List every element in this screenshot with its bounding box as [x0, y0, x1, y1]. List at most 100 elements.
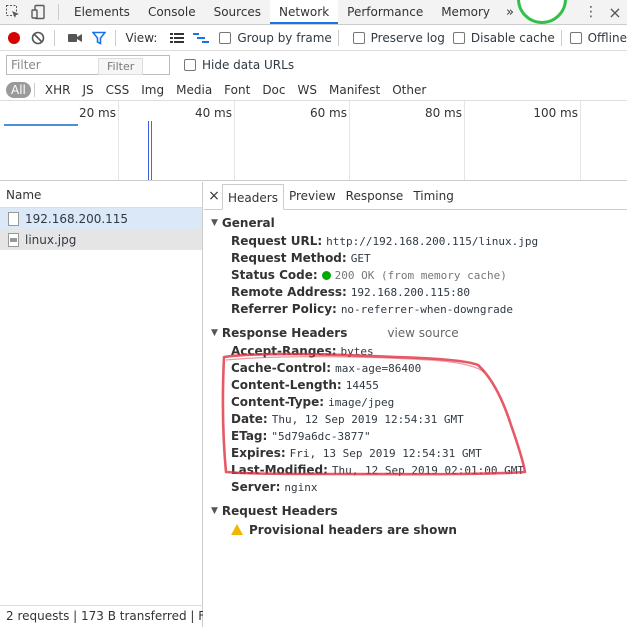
- tab-memory[interactable]: Memory: [432, 0, 499, 24]
- load-event-marker: [151, 121, 152, 180]
- tab-performance[interactable]: Performance: [338, 0, 432, 24]
- type-manifest[interactable]: Manifest: [324, 82, 385, 98]
- checkbox-box: [352, 32, 365, 44]
- large-rows-button[interactable]: [167, 27, 187, 49]
- disable-cache-checkbox[interactable]: Disable cache: [452, 31, 555, 45]
- type-media[interactable]: Media: [171, 82, 217, 98]
- type-img[interactable]: Img: [136, 82, 169, 98]
- header-name: Content-Length:: [231, 378, 342, 392]
- close-details-icon[interactable]: ×: [206, 183, 222, 209]
- section-title: Request Headers: [221, 504, 338, 518]
- checkbox-box: [452, 32, 465, 44]
- request-row[interactable]: linux.jpg: [0, 229, 202, 250]
- header-row: Status Code: 200 OK (from memory cache): [204, 267, 627, 284]
- header-name: Status Code:: [231, 268, 318, 282]
- tab-elements[interactable]: Elements: [65, 0, 139, 24]
- header-value: 14455: [345, 379, 379, 392]
- header-value: 192.168.200.115:80: [350, 286, 471, 299]
- header-name: Request Method:: [231, 251, 347, 265]
- hide-data-urls-checkbox[interactable]: Hide data URLs: [184, 58, 294, 72]
- waterfall-view-button[interactable]: [191, 27, 211, 49]
- warning-text: Provisional headers are shown: [249, 523, 457, 537]
- type-divider: [33, 82, 35, 97]
- tab-preview[interactable]: Preview: [284, 183, 341, 209]
- tab-headers[interactable]: Headers: [222, 184, 284, 210]
- checkbox-box: [569, 32, 582, 44]
- header-value: Thu, 12 Sep 2019 12:54:31 GMT: [271, 413, 464, 426]
- header-name: Cache-Control:: [231, 361, 332, 375]
- timeline-gridline: [234, 101, 235, 180]
- filter-input[interactable]: [6, 55, 170, 75]
- type-other[interactable]: Other: [387, 82, 431, 98]
- request-name: 192.168.200.115: [25, 211, 129, 226]
- preserve-log-checkbox[interactable]: Preserve log: [352, 31, 445, 45]
- header-row: ETag: "5d79a6dc-3877": [204, 428, 627, 445]
- network-summary: 2 requests | 173 B transferred | Fi...: [0, 605, 203, 627]
- device-toolbar-icon[interactable]: [26, 0, 52, 24]
- tab-timing[interactable]: Timing: [408, 183, 459, 209]
- header-row: Remote Address: 192.168.200.115:80: [204, 284, 627, 301]
- type-all[interactable]: All: [6, 81, 31, 98]
- header-row: Cache-Control: max-age=86400: [204, 360, 627, 377]
- header-name: Date:: [231, 412, 268, 426]
- view-source-link[interactable]: view source: [387, 326, 458, 340]
- kebab-menu-icon[interactable]: ⋮: [579, 4, 603, 20]
- filter-tooltip: Filter: [98, 58, 144, 75]
- inspect-element-icon[interactable]: [0, 0, 26, 24]
- tab-console[interactable]: Console: [139, 0, 205, 24]
- checkbox-label: Hide data URLs: [202, 58, 295, 72]
- close-devtools-icon[interactable]: ×: [603, 3, 627, 22]
- offline-checkbox[interactable]: Offline: [569, 31, 627, 45]
- type-ws[interactable]: WS: [293, 82, 322, 98]
- devtools-tab-bar: Elements Console Sources Network Perform…: [0, 0, 627, 25]
- header-value: Fri, 13 Sep 2019 12:54:31 GMT: [289, 447, 482, 460]
- header-row: Server: nginx: [204, 479, 627, 496]
- name-column-header[interactable]: Name: [0, 182, 202, 208]
- general-section-header[interactable]: ▼ General: [204, 213, 627, 233]
- tab-response[interactable]: Response: [341, 183, 409, 209]
- section-title: General: [221, 216, 275, 230]
- timeline-request-bar: [4, 124, 78, 126]
- list-view-icon: [170, 33, 185, 43]
- type-js[interactable]: JS: [77, 82, 98, 98]
- type-doc[interactable]: Doc: [257, 82, 290, 98]
- timeline-overview[interactable]: 20 ms 40 ms 60 ms 80 ms 100 ms: [0, 101, 627, 181]
- clear-button[interactable]: [28, 27, 48, 49]
- record-button[interactable]: [4, 27, 24, 49]
- header-value: max-age=86400: [335, 362, 422, 375]
- status-ok-icon: [321, 271, 331, 280]
- timeline-tick: 40 ms: [194, 106, 232, 120]
- view-label: View:: [125, 31, 158, 45]
- timeline-tick: 80 ms: [424, 106, 462, 120]
- tab-sources[interactable]: Sources: [205, 0, 270, 24]
- timeline-tick: 20 ms: [78, 106, 116, 120]
- type-css[interactable]: CSS: [101, 82, 135, 98]
- header-row: Request URL: http://192.168.200.115/linux…: [204, 233, 627, 250]
- toolbar-divider: [560, 30, 562, 46]
- expand-triangle-icon: ▼: [211, 218, 218, 228]
- header-value: no-referrer-when-downgrade: [340, 303, 513, 316]
- filter-toggle-button[interactable]: [89, 27, 109, 49]
- request-details: × Headers Preview Response Timing ▼ Gene…: [204, 182, 627, 627]
- response-headers-section-header[interactable]: ▼ Response Headers view source: [204, 323, 627, 343]
- tab-network[interactable]: Network: [270, 0, 339, 24]
- request-row[interactable]: 192.168.200.115: [0, 208, 202, 229]
- type-xhr[interactable]: XHR: [40, 82, 76, 98]
- header-value: Thu, 12 Sep 2019 02:01:00 GMT: [331, 464, 524, 477]
- expand-triangle-icon: ▼: [211, 506, 218, 516]
- timeline-gridline: [580, 101, 581, 180]
- image-file-icon: [8, 232, 19, 247]
- group-by-frame-checkbox[interactable]: Group by frame: [219, 31, 332, 45]
- type-font[interactable]: Font: [219, 82, 255, 98]
- header-name: Remote Address:: [231, 285, 347, 299]
- checkbox-label: Offline: [587, 31, 627, 45]
- header-row: Referrer Policy: no-referrer-when-downgra…: [204, 301, 627, 318]
- capture-screenshots-button[interactable]: [65, 27, 85, 49]
- filter-bar: Filter Hide data URLs: [0, 52, 627, 78]
- request-headers-section-header[interactable]: ▼ Request Headers: [204, 501, 627, 521]
- record-icon: [7, 32, 20, 44]
- section-title: Response Headers: [221, 326, 348, 340]
- timeline-gridline: [464, 101, 465, 180]
- header-row: Request Method: GET: [204, 250, 627, 267]
- header-value: http://192.168.200.115/linux.jpg: [326, 235, 539, 248]
